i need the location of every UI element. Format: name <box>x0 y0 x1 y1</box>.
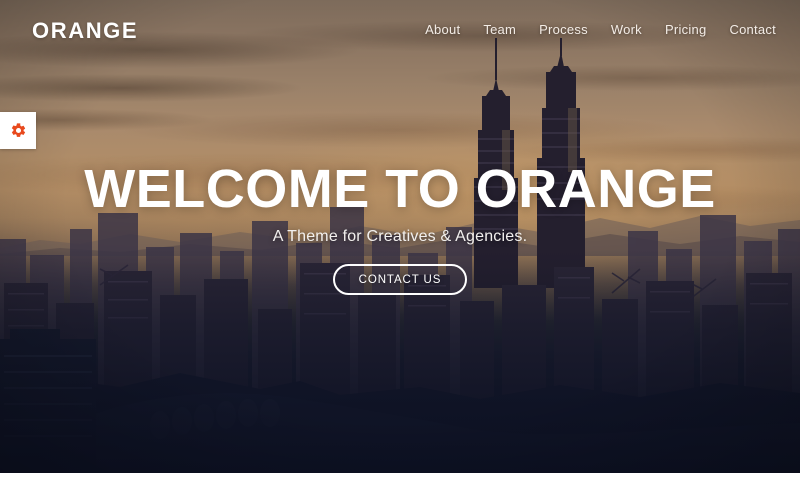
primary-navigation: About Team Process Work Pricing Contact <box>425 22 776 37</box>
gear-icon <box>11 123 25 137</box>
page-root: ORANGE About Team Process Work Pricing C… <box>0 0 800 500</box>
nav-item-work[interactable]: Work <box>611 22 642 37</box>
nav-item-process[interactable]: Process <box>539 22 588 37</box>
page-bottom-strip <box>0 473 800 500</box>
nav-item-team[interactable]: Team <box>483 22 516 37</box>
hero-content: WELCOME TO ORANGE A Theme for Creatives … <box>0 0 800 473</box>
site-logo[interactable]: ORANGE <box>32 19 138 43</box>
settings-panel-toggle[interactable] <box>0 112 36 149</box>
hero-title: WELCOME TO ORANGE <box>84 159 716 219</box>
nav-item-about[interactable]: About <box>425 22 460 37</box>
navbar: ORANGE About Team Process Work Pricing C… <box>0 0 800 62</box>
hero-subtitle: A Theme for Creatives & Agencies. <box>272 228 528 245</box>
nav-item-contact[interactable]: Contact <box>729 22 776 37</box>
hero-section: ORANGE About Team Process Work Pricing C… <box>0 0 800 473</box>
contact-us-button[interactable]: CONTACT US <box>332 264 468 295</box>
nav-item-pricing[interactable]: Pricing <box>665 22 707 37</box>
